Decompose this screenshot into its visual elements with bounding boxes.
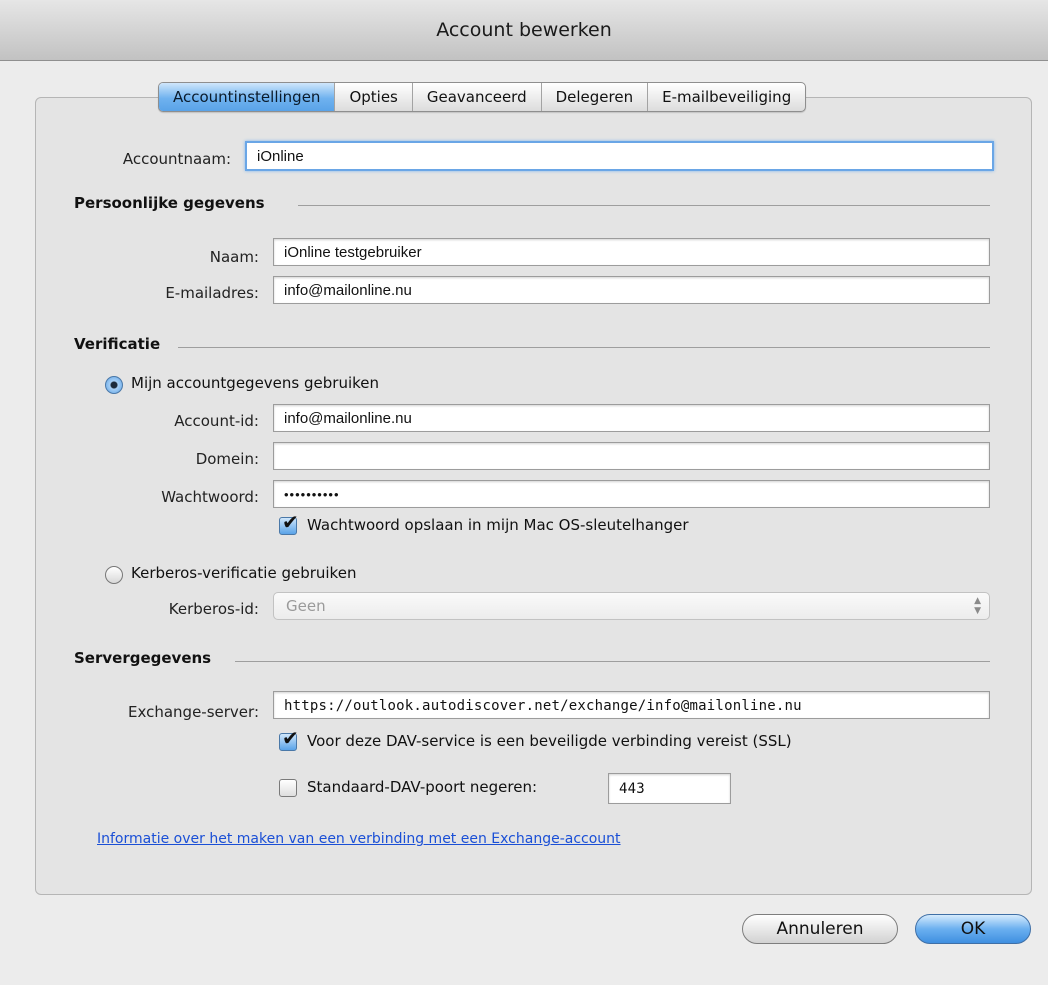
account-name-label: Accountnaam:: [122, 150, 231, 168]
cancel-button[interactable]: Annuleren: [742, 914, 898, 944]
use-account-radio-label: Mijn accountgegevens gebruiken: [131, 374, 380, 392]
updown-arrows-icon: ▲ ▼: [974, 596, 981, 616]
kerberos-id-label: Kerberos-id:: [168, 600, 259, 618]
section-heading-server: Servergegevens: [74, 649, 212, 667]
domain-input[interactable]: [273, 442, 990, 470]
email-input[interactable]: info@mailonline.nu: [273, 276, 990, 304]
password-label: Wachtwoord:: [161, 488, 259, 506]
tab-opties[interactable]: Opties: [334, 83, 411, 111]
password-input[interactable]: ••••••••••: [273, 480, 990, 508]
domain-label: Domein:: [195, 450, 259, 468]
dav-port-checkbox-label: Standaard-DAV-poort negeren:: [307, 778, 538, 796]
exchange-server-label: Exchange-server:: [128, 703, 259, 721]
keychain-checkbox-label: Wachtwoord opslaan in mijn Mac OS-sleute…: [307, 516, 689, 534]
ok-button[interactable]: OK: [915, 914, 1031, 944]
kerberos-radio-label: Kerberos-verificatie gebruiken: [131, 564, 357, 582]
window-title: Account bewerken: [436, 19, 612, 41]
name-input[interactable]: iOnline testgebruiker: [273, 238, 990, 266]
kerberos-radio[interactable]: [105, 566, 123, 584]
ssl-checkbox[interactable]: ✔: [279, 728, 299, 751]
dav-port-input[interactable]: 443: [608, 773, 731, 804]
account-id-input[interactable]: info@mailonline.nu: [273, 404, 990, 432]
section-heading-personal: Persoonlijke gegevens: [74, 194, 265, 212]
dav-port-checkbox[interactable]: [279, 779, 297, 797]
tab-accountinstellingen[interactable]: Accountinstellingen: [159, 83, 335, 111]
exchange-server-input[interactable]: https://outlook.autodiscover.net/exchang…: [273, 691, 990, 719]
kerberos-id-select[interactable]: Geen ▲ ▼: [273, 592, 990, 620]
account-id-label: Account-id:: [174, 412, 259, 430]
checkmark-icon: ✔: [282, 510, 299, 534]
name-label: Naam:: [209, 248, 259, 266]
section-heading-verification: Verificatie: [74, 335, 161, 353]
tab-geavanceerd[interactable]: Geavanceerd: [411, 83, 541, 111]
exchange-help-link[interactable]: Informatie over het maken van een verbin…: [97, 831, 621, 847]
window-titlebar[interactable]: Account bewerken: [0, 0, 1048, 61]
tab-e-mailbeveiliging[interactable]: E-mailbeveiliging: [647, 83, 805, 111]
section-divider: [298, 205, 990, 206]
tab-bar: Accountinstellingen Opties Geavanceerd D…: [158, 82, 807, 112]
use-account-radio[interactable]: [105, 376, 123, 394]
section-divider: [235, 661, 990, 662]
keychain-checkbox[interactable]: ✔: [279, 512, 299, 535]
section-divider: [178, 347, 990, 348]
checkmark-icon: ✔: [282, 726, 299, 750]
tab-delegeren[interactable]: Delegeren: [540, 83, 648, 111]
ssl-checkbox-label: Voor deze DAV-service is een beveiligde …: [307, 732, 792, 750]
account-name-input[interactable]: iOnline: [245, 141, 994, 171]
email-label: E-mailadres:: [165, 284, 259, 302]
kerberos-id-value: Geen: [286, 597, 326, 615]
